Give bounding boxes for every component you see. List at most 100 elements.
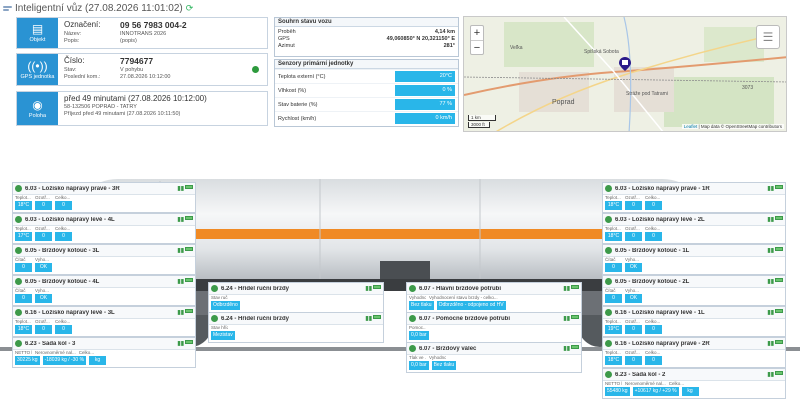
- signal-icon: ▮▮: [177, 217, 184, 223]
- position-time: před 49 minutami (27.08.2026 10:12:00): [64, 94, 207, 103]
- layers-button[interactable]: ☰: [756, 25, 780, 49]
- component-card[interactable]: 6.24 - Hřídel ruční brzdy▮▮Stav ruč...Od…: [208, 282, 384, 313]
- component-card[interactable]: 6.07 - Pomocné brzdové potrubí ▮▮ Pomoc...…: [406, 312, 582, 343]
- sensor-label: Teplota externí (°C): [278, 73, 326, 80]
- component-value: 0: [35, 232, 52, 241]
- component-status-icon: [605, 371, 612, 378]
- component-values: 0 OK: [13, 263, 195, 272]
- summary-key: Azimut: [278, 43, 295, 49]
- gps-status-indicator: [252, 66, 259, 73]
- signal-icon: ▮▮: [177, 341, 184, 347]
- component-card[interactable]: 6.16 - Ložisko nápravy levé - 1L ▮▮ Teplot…: [602, 306, 786, 337]
- component-value: 0: [625, 325, 642, 334]
- component-card[interactable]: 6.07 - Brzdový válec▮▮Tlak ve ...Vyhodno…: [406, 342, 582, 373]
- component-title: 6.23 - Sada kol - 2: [615, 371, 666, 378]
- leaflet-link[interactable]: Leaflet: [684, 124, 698, 129]
- component-card-header: 6.03 - Ložisko nápravy pravé - 3R ▮▮: [13, 183, 195, 195]
- component-status-icon: [605, 309, 612, 316]
- component-card-header: 6.23 - Sada kol - 2 ▮▮: [603, 369, 785, 381]
- gps-state-value: V pohybu: [120, 67, 144, 73]
- component-values: 0,0 bar: [407, 331, 581, 340]
- component-device-status: ▮▮: [563, 285, 579, 292]
- component-card[interactable]: 6.24 - Hřídel ruční brzdy▮▮Stav hříd...M…: [208, 312, 384, 343]
- signal-icon: ▮▮: [563, 286, 570, 292]
- component-values: 0 OK: [13, 294, 195, 303]
- component-card-header: 6.24 - Hřídel ruční brzdy ▮▮: [209, 283, 383, 295]
- component-card[interactable]: 6.05 - Brzdový kotouč - 4L ▮▮ Čítač Vyho...…: [12, 275, 196, 306]
- component-value: Bez tlaku: [431, 361, 457, 370]
- battery-icon: [775, 247, 783, 251]
- wagon-list-icon: [3, 5, 12, 12]
- position-tile[interactable]: ◉ Poloha: [17, 92, 58, 125]
- component-value: +10617 kg / +29 %: [632, 387, 679, 396]
- component-status-icon: [409, 345, 416, 352]
- position-info-row: ◉ Poloha před 49 minutami (27.08.2026 10…: [16, 91, 268, 126]
- component-value: 17°C: [15, 232, 32, 241]
- component-card[interactable]: 6.05 - Brzdový kotouč - 2L ▮▮ Čítač Vyho...…: [602, 275, 786, 306]
- sensor-value: 77 %: [395, 99, 455, 110]
- component-device-status: ▮▮: [177, 340, 193, 347]
- component-card[interactable]: 6.03 - Ložisko nápravy levé - 4L ▮▮ Teplot…: [12, 213, 196, 244]
- summary-key: GPS: [278, 36, 290, 42]
- signal-icon: ▮▮: [177, 248, 184, 254]
- component-card[interactable]: 6.23 - Sada kol - 3▮▮NETTO h...Nerovnomě…: [12, 337, 196, 368]
- component-device-status: ▮▮: [563, 345, 579, 352]
- component-card[interactable]: 6.23 - Sada kol - 2▮▮NETTO h...Nerovnomě…: [602, 368, 786, 399]
- battery-icon: [775, 371, 783, 375]
- zoom-in-button[interactable]: +: [471, 26, 483, 40]
- component-value: 0: [35, 201, 52, 210]
- component-value: 18°C: [605, 356, 622, 365]
- component-value: 18°C: [15, 201, 32, 210]
- component-card[interactable]: 6.16 - Ložisko nápravy pravé - 2R ▮▮ Teplo…: [602, 337, 786, 368]
- component-value: OK: [625, 263, 642, 272]
- gps-tile[interactable]: ((•)) GPS jednotka: [17, 54, 58, 85]
- refresh-icon[interactable]: ⟳: [186, 3, 194, 14]
- component-status-icon: [409, 315, 416, 322]
- component-card[interactable]: 6.05 - Brzdový kotouč - 1L ▮▮ Čítač Vyho...…: [602, 244, 786, 275]
- position-arrival: Příjezd před 49 minutami (27.08.2026 10:…: [64, 111, 181, 117]
- summary-row: Azimut 281°: [275, 43, 458, 50]
- component-card[interactable]: 6.05 - Brzdový kotouč - 3L ▮▮ Čítač Vyho...…: [12, 244, 196, 275]
- sensor-value: 20°C: [395, 71, 455, 82]
- component-card-header: 6.05 - Brzdový kotouč - 3L ▮▮: [13, 245, 195, 257]
- component-value: 30225 kg: [15, 356, 40, 365]
- component-status-icon: [605, 216, 612, 223]
- component-value: 0: [645, 325, 662, 334]
- wagon-location-marker[interactable]: [619, 57, 631, 71]
- map-view[interactable]: Veľka Spišská Sobota Poprad Stráže pod T…: [463, 16, 787, 132]
- component-value: 18°C: [605, 201, 622, 210]
- component-values: 0,0 bar Bez tlaku: [407, 361, 581, 370]
- summary-key: Proběh: [278, 29, 296, 35]
- scale-ft: 3000 ft: [468, 122, 490, 128]
- component-title: 6.07 - Pomocné brzdové potrubí: [419, 315, 511, 322]
- zoom-out-button[interactable]: −: [471, 40, 483, 54]
- component-values: Bez tlaku Odbrzděno - odpojeno od HV: [407, 301, 581, 310]
- component-value: Bez tlaku: [409, 301, 434, 310]
- component-title: 6.05 - Brzdový kotouč - 2L: [615, 278, 690, 285]
- component-value: 0: [15, 263, 32, 272]
- component-card-header: 6.03 - Ložisko nápravy levé - 4L ▮▮: [13, 214, 195, 226]
- component-card[interactable]: 6.16 - Ložisko nápravy levé - 3L ▮▮ Teplot…: [12, 306, 196, 337]
- component-device-status: ▮▮: [177, 309, 193, 316]
- component-title: 6.03 - Ložisko nápravy pravé - 1R: [615, 185, 710, 192]
- sensors-panel: Senzory primární jednotky Teplota extern…: [274, 59, 459, 127]
- battery-icon: [185, 247, 193, 251]
- component-title: 6.16 - Ložisko nápravy pravé - 2R: [615, 340, 710, 347]
- component-values: 30225 kg -18039 kg / -30 % kg: [13, 356, 195, 365]
- object-tile[interactable]: ▤ Objekt: [17, 18, 58, 48]
- battery-icon: [185, 185, 193, 189]
- component-status-icon: [15, 247, 22, 254]
- component-value: kg: [89, 356, 107, 365]
- component-card[interactable]: 6.03 - Ložisko nápravy levé - 2L ▮▮ Teplot…: [602, 213, 786, 244]
- page-title: Inteligentní vůz (27.08.2026 11:01:02): [15, 3, 183, 14]
- component-card[interactable]: 6.07 - Hlavní brzdové potrubí▮▮Vyhodno..…: [406, 282, 582, 313]
- designation-label: Označení:: [64, 20, 101, 29]
- component-card[interactable]: 6.03 - Ložisko nápravy pravé - 1R ▮▮ Teplo…: [602, 182, 786, 213]
- signal-icon: ▮▮: [767, 186, 774, 192]
- component-card[interactable]: 6.03 - Ložisko nápravy pravé - 3R ▮▮ Teplo…: [12, 182, 196, 213]
- component-value: 0: [15, 294, 32, 303]
- component-title: 6.03 - Ložisko nápravy pravé - 3R: [25, 185, 120, 192]
- component-value: 19°C: [605, 325, 622, 334]
- map-label: Poprad: [552, 99, 575, 106]
- component-value: Odbrzděno: [211, 301, 240, 310]
